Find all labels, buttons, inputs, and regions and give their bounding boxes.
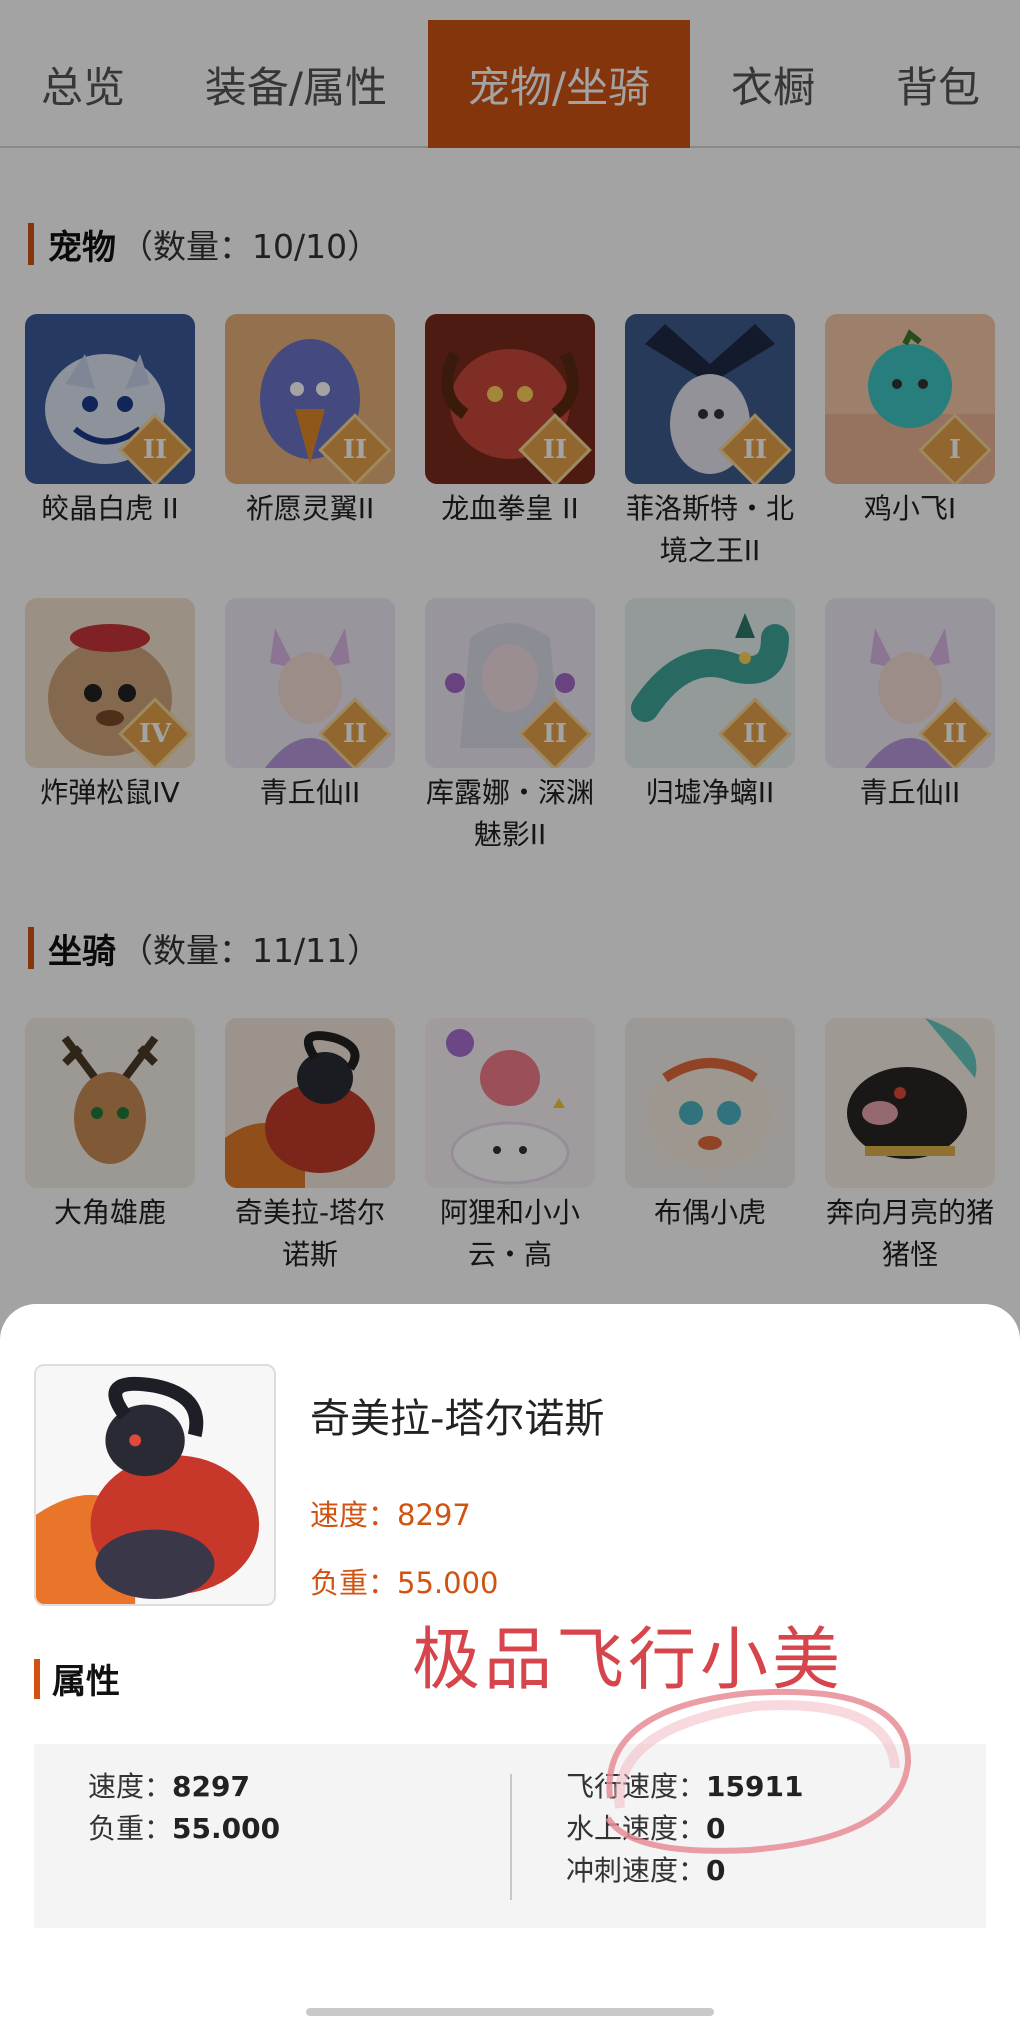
app-root: 总览 装备/属性 宠物/坐骑 衣橱 背包 宠物 （数量：10/10） II 皎晶… (0, 0, 1020, 2021)
mount-detail-name: 奇美拉-塔尔诺斯 (310, 1396, 605, 1442)
attr-load: 负重：55.000 (88, 1812, 281, 1845)
section-accent-bar (34, 1658, 40, 1699)
annotation-circle-stroke (605, 1688, 912, 1854)
home-indicator[interactable] (306, 2008, 714, 2016)
attributes-divider (510, 1774, 512, 1900)
mount-detail-speed: 速度：8297 (310, 1498, 471, 1532)
attr-speed: 速度：8297 (88, 1770, 250, 1803)
attributes-title-text: 属性 (52, 1662, 120, 1702)
mount-detail-load: 负重：55.000 (310, 1566, 499, 1600)
mount-detail-image (34, 1364, 276, 1606)
attributes-title: 属性 (34, 1654, 120, 1703)
